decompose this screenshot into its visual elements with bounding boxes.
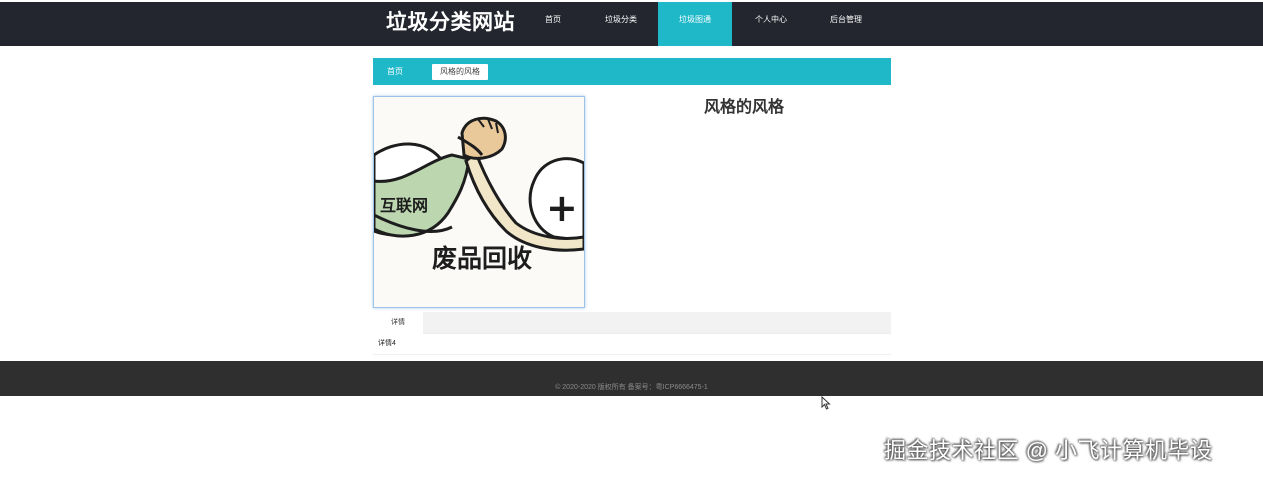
image-text-recycling: 废品回收 <box>432 244 532 273</box>
tab-details[interactable]: 详情 <box>373 312 423 334</box>
nav-item-admin[interactable]: 后台管理 <box>818 2 874 46</box>
detail-image: 互联网 + 废品回收 <box>373 96 585 308</box>
nav-item-personal-center[interactable]: 个人中心 <box>744 2 798 46</box>
footer: © 2020-2020 版权所有 备案号：粤ICP6666475-1 <box>0 361 1263 396</box>
nav-item-home[interactable]: 首页 <box>530 2 576 46</box>
breadcrumb-home-link[interactable]: 首页 <box>387 58 403 85</box>
site-title[interactable]: 垃圾分类网站 <box>386 8 515 38</box>
mouse-cursor-icon <box>821 395 831 415</box>
watermark: 掘金技术社区 @ 小飞计算机毕设 <box>884 438 1213 463</box>
breadcrumb: 首页 风格的风格 <box>373 58 891 85</box>
top-navbar: 垃圾分类网站 首页 垃圾分类 垃圾图通 个人中心 后台管理 <box>0 2 1263 46</box>
tab-content-panel: 详情4 <box>373 334 891 355</box>
image-text-internet: 互联网 <box>380 196 428 215</box>
tab-content-text: 详情4 <box>378 340 396 347</box>
footer-copyright: © 2020-2020 版权所有 备案号：粤ICP6666475-1 <box>555 384 708 391</box>
breadcrumb-current: 风格的风格 <box>432 64 488 80</box>
nav-item-classification[interactable]: 垃圾分类 <box>594 2 648 46</box>
image-text-plus: + <box>546 186 578 230</box>
nav-item-garbage-images[interactable]: 垃圾图通 <box>658 2 732 46</box>
detail-tabs: 详情 <box>373 312 891 334</box>
detail-title: 风格的风格 <box>703 99 784 116</box>
